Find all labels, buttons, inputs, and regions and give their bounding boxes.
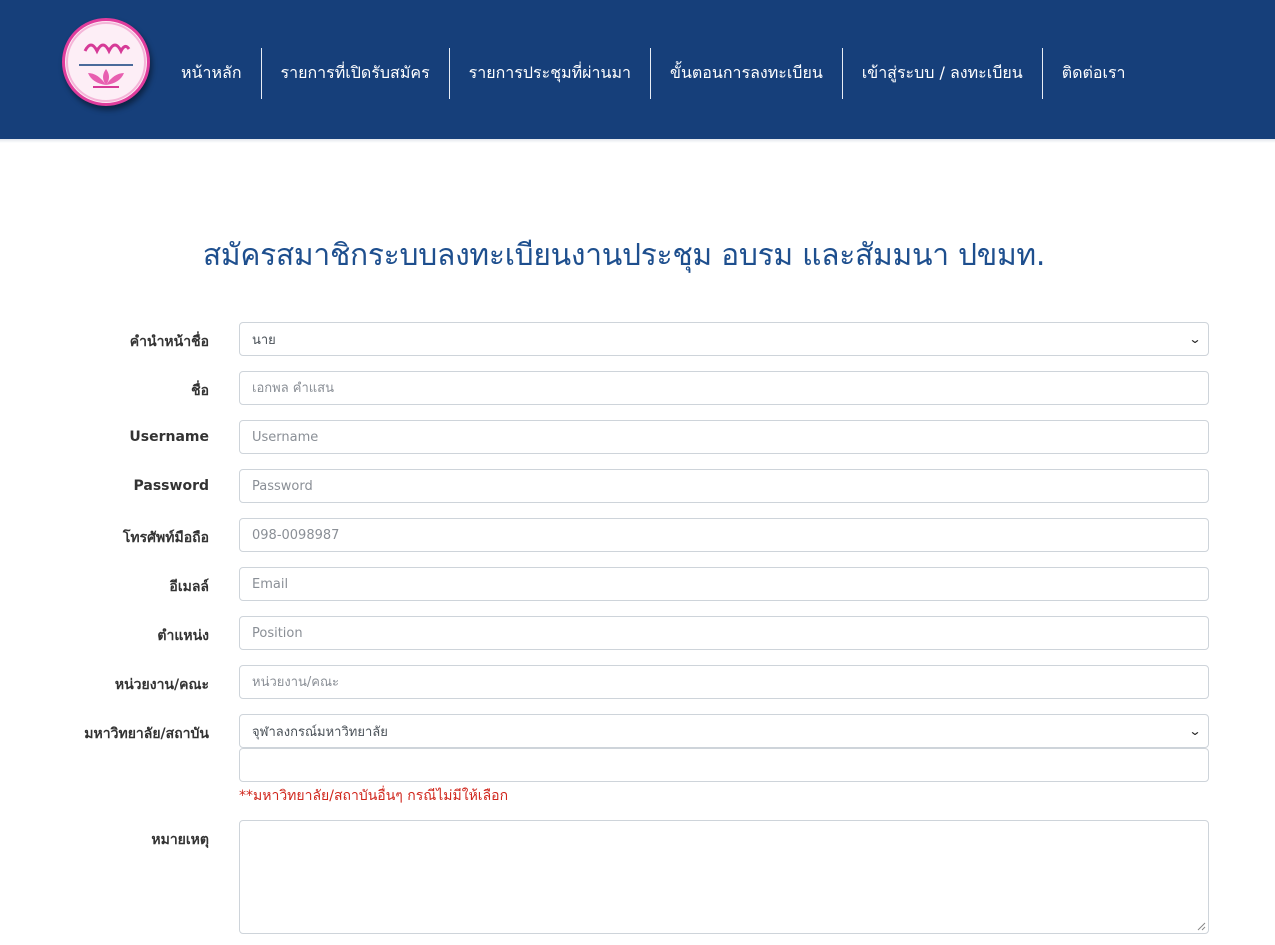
site-logo[interactable] <box>62 18 150 106</box>
resize-grip-icon[interactable] <box>1196 921 1206 931</box>
university-select-value: จุฬาลงกรณ์มหาวิทยาลัย <box>252 724 388 740</box>
prefix-label: คำนำหน้าชื่อ <box>129 334 209 350</box>
university-label: มหาวิทยาลัย/สถาบัน <box>84 726 209 742</box>
university-select[interactable]: จุฬาลงกรณ์มหาวิทยาลัย ⌄ <box>239 714 1209 748</box>
department-input[interactable] <box>239 665 1209 699</box>
remark-label: หมายเหตุ <box>151 832 209 848</box>
username-input[interactable] <box>239 420 1209 454</box>
main-menu: หน้าหลัก รายการที่เปิดรับสมัคร รายการประ… <box>162 48 1145 99</box>
page-title: สมัครสมาชิกระบบลงทะเบียนงานประชุม อบรม แ… <box>202 238 1046 273</box>
phone-input[interactable] <box>239 518 1209 552</box>
password-input[interactable] <box>239 469 1209 503</box>
nav-past-meetings[interactable]: รายการประชุมที่ผ่านมา <box>450 48 651 99</box>
prefix-select-value: นาย <box>252 332 276 348</box>
other-university-input[interactable] <box>239 748 1209 782</box>
prefix-select[interactable]: นาย ⌄ <box>239 322 1209 356</box>
name-input[interactable] <box>239 371 1209 405</box>
lotus-logo-icon <box>66 22 146 102</box>
navbar-divider <box>0 139 1275 143</box>
remark-textarea[interactable] <box>239 820 1209 934</box>
other-university-hint: **มหาวิทยาลัย/สถาบันอื่นๆ กรณีไม่มีให้เล… <box>239 788 509 804</box>
chevron-down-icon: ⌄ <box>1188 724 1202 738</box>
nav-login-register[interactable]: เข้าสู่ระบบ / ลงทะเบียน <box>843 48 1043 99</box>
position-input[interactable] <box>239 616 1209 650</box>
chevron-down-icon: ⌄ <box>1188 332 1202 346</box>
phone-label: โทรศัพท์มือถือ <box>122 530 209 546</box>
password-label: Password <box>133 478 209 494</box>
nav-home[interactable]: หน้าหลัก <box>162 48 262 99</box>
nav-registration-steps[interactable]: ขั้นตอนการลงทะเบียน <box>651 48 843 99</box>
name-label: ชื่อ <box>191 383 209 399</box>
department-label: หน่วยงาน/คณะ <box>114 677 209 693</box>
email-input[interactable] <box>239 567 1209 601</box>
position-label: ตำแหน่ง <box>157 628 209 644</box>
nav-open-registrations[interactable]: รายการที่เปิดรับสมัคร <box>262 48 450 99</box>
username-label: Username <box>129 429 209 445</box>
email-label: อีเมลล์ <box>169 579 209 595</box>
nav-contact[interactable]: ติดต่อเรา <box>1043 48 1145 99</box>
